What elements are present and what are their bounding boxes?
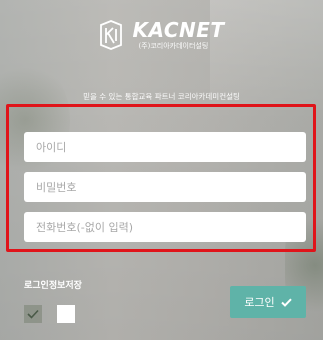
kacnet-logo-icon: [100, 20, 123, 50]
password-input[interactable]: [24, 172, 306, 202]
remember-login-label: 로그인정보저장: [24, 281, 82, 291]
login-button[interactable]: 로그인: [230, 286, 306, 318]
checkmark-icon: [27, 309, 39, 319]
logo-text: KACNET (주)코리아카데이터설팅: [132, 19, 224, 51]
phone-input[interactable]: [24, 212, 306, 242]
remember-login-checkbox[interactable]: [24, 305, 42, 323]
login-button-label: 로그인: [244, 296, 275, 309]
brand-subtitle: (주)코리아카데이터설팅: [138, 42, 209, 50]
tagline: 믿을 수 있는 통합교육 파트너 코리아카데미컨설팅: [83, 92, 240, 101]
brand-name: KACNET: [132, 18, 225, 42]
id-input[interactable]: [24, 132, 306, 162]
login-screen: KACNET (주)코리아카데이터설팅 믿을 수 있는 통합교육 파트너 코리아…: [0, 0, 323, 340]
checkmark-icon: [280, 298, 292, 307]
logo: KACNET (주)코리아카데이터설팅: [0, 14, 323, 56]
remember-login-box[interactable]: [57, 305, 75, 323]
